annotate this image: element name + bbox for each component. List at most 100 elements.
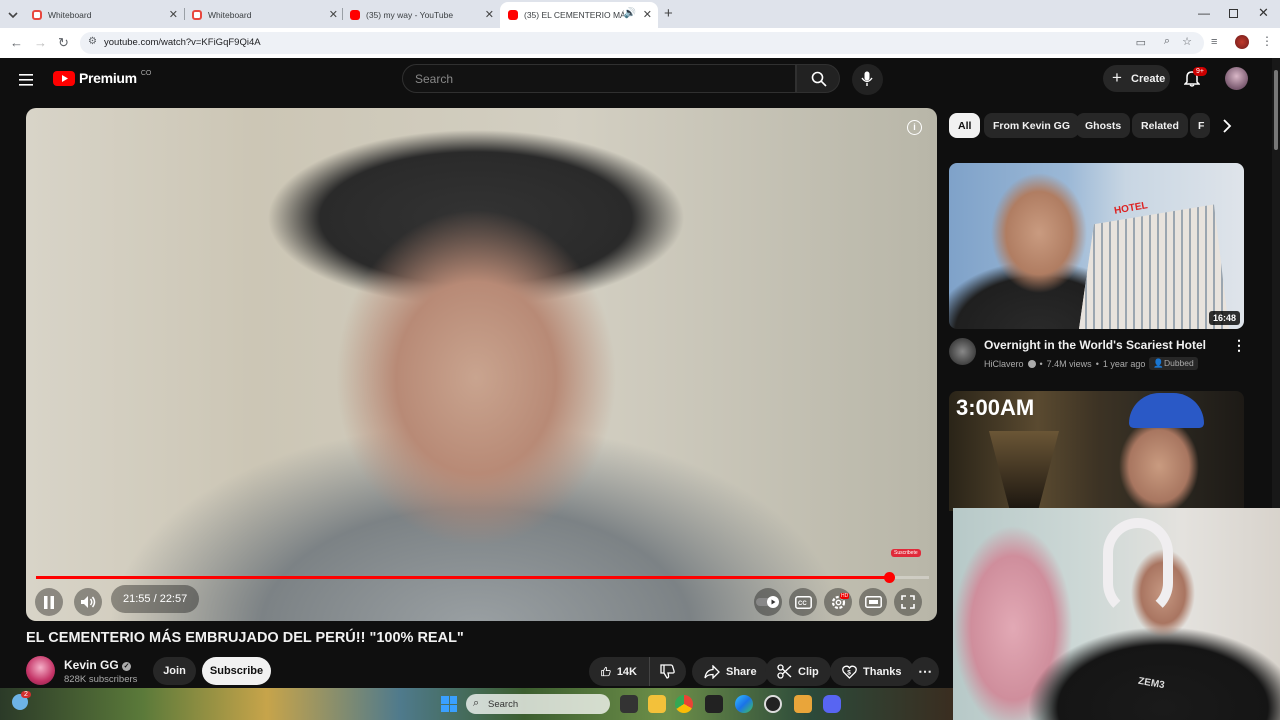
volume-icon	[81, 596, 96, 608]
edge-icon[interactable]	[735, 695, 753, 713]
discord-icon[interactable]	[823, 695, 841, 713]
file-explorer-icon[interactable]	[648, 695, 666, 713]
corridor	[989, 431, 1059, 511]
tab-whiteboard-1[interactable]: Whiteboard ✕	[0, 2, 184, 28]
info-icon[interactable]: i	[907, 120, 922, 135]
paint-app-icon[interactable]	[794, 695, 812, 713]
tab-title: (35) my way - YouTube	[366, 10, 454, 20]
page-scrollbar[interactable]	[1272, 58, 1280, 508]
autoplay-toggle[interactable]	[754, 588, 782, 616]
restore-window-icon[interactable]	[1229, 9, 1238, 18]
taskbar-search-placeholder: Search	[488, 698, 519, 710]
fullscreen-icon	[901, 595, 915, 609]
logo-country-code: CO	[140, 69, 152, 77]
thumbs-up-icon	[601, 666, 611, 677]
account-avatar[interactable]	[1225, 67, 1248, 90]
create-button[interactable]: + Create	[1103, 65, 1170, 92]
voice-search-button[interactable]	[852, 64, 883, 95]
shield-app-icon[interactable]	[705, 695, 723, 713]
channel-avatar[interactable]	[949, 338, 976, 365]
chip-related[interactable]: Related	[1132, 113, 1188, 138]
dubbed-badge: 👤Dubbed	[1149, 357, 1198, 370]
recommendation-title[interactable]: Overnight in the World's Scariest Hotel	[984, 338, 1206, 352]
close-tab-icon[interactable]: ✕	[485, 8, 494, 21]
chrome-icon[interactable]	[675, 695, 693, 713]
chip-truncated[interactable]: F	[1190, 113, 1210, 138]
tab-whiteboard-2[interactable]: Whiteboard ✕	[160, 2, 344, 28]
recommendation-meta: HiClavero • 7.4M views • 1 year ago 👤Dub…	[984, 357, 1198, 370]
media-controls-icon[interactable]: ≡	[1211, 36, 1217, 48]
site-info-icon[interactable]: ⚙	[88, 36, 97, 47]
tab-cementerio-active[interactable]: (35) EL CEMENTERIO MÁS E 🔊 ✕	[500, 2, 658, 28]
new-tab-button[interactable]: +	[664, 5, 673, 22]
scrollbar-thumb[interactable]	[1274, 70, 1278, 150]
share-button[interactable]: Share	[692, 657, 769, 686]
theater-mode-icon	[864, 596, 882, 608]
channel-avatar[interactable]	[26, 656, 55, 685]
task-view-icon[interactable]	[620, 695, 638, 713]
svg-text:CC: CC	[798, 601, 807, 607]
hamburger-menu-icon[interactable]	[19, 73, 33, 91]
join-button[interactable]: Join	[153, 657, 196, 685]
profile-avatar[interactable]	[1235, 35, 1249, 49]
browser-menu-icon[interactable]: ⋮	[1261, 34, 1273, 48]
scrubber-handle[interactable]	[883, 572, 895, 583]
search-button[interactable]	[796, 64, 840, 93]
youtube-favicon-icon	[508, 10, 518, 20]
recommendation-menu-icon[interactable]: ⋮	[1232, 337, 1246, 354]
search-placeholder: Search	[415, 72, 454, 86]
video-player[interactable]: i Suscribete 21:55 / 22:57 CC HD	[26, 108, 937, 621]
zoom-icon[interactable]: ⌕	[1164, 35, 1170, 48]
address-bar[interactable]: ⚙ youtube.com/watch?v=KFiGqF9Qi4A ▭ ⌕ ☆	[80, 32, 1204, 54]
microphone-icon	[861, 71, 873, 86]
back-arrow-icon[interactable]: ←	[10, 35, 23, 50]
theater-mode-button[interactable]	[859, 588, 887, 616]
captions-button[interactable]: CC	[789, 588, 817, 616]
volume-button[interactable]	[74, 588, 102, 616]
channel-name[interactable]: Kevin GG ✓	[64, 658, 132, 672]
settings-button[interactable]: HD	[824, 588, 852, 616]
fullscreen-button[interactable]	[894, 588, 922, 616]
channel-name-text[interactable]: Kevin GG	[64, 658, 119, 672]
chip-all[interactable]: All	[949, 113, 981, 138]
reload-icon[interactable]: ↻	[58, 35, 69, 51]
cast-icon[interactable]: ▭	[1136, 36, 1146, 49]
whiteboard-favicon-icon	[32, 10, 42, 20]
progress-played	[36, 576, 889, 579]
minimize-window-icon[interactable]: —	[1198, 6, 1210, 20]
obs-icon[interactable]	[764, 695, 782, 713]
close-tab-icon[interactable]: ✕	[643, 8, 652, 21]
recommendation-channel[interactable]: HiClavero	[984, 359, 1024, 369]
clip-button[interactable]: Clip	[765, 657, 831, 686]
subscribe-button[interactable]: Subscribe	[202, 657, 271, 685]
thanks-button[interactable]: $ Thanks	[830, 657, 914, 686]
dislike-button[interactable]	[649, 657, 686, 686]
plus-icon: +	[1112, 68, 1122, 87]
tab-my-way-youtube[interactable]: (35) my way - YouTube ✕	[318, 2, 500, 28]
forward-arrow-icon[interactable]: →	[34, 35, 47, 50]
pause-button[interactable]	[35, 588, 63, 616]
hotel-building	[1079, 204, 1229, 329]
chip-ghosts[interactable]: Ghosts	[1076, 113, 1131, 138]
thumbnail-text: 3:00AM	[956, 395, 1035, 420]
recommendation-thumbnail[interactable]: HOTEL 16:48	[949, 163, 1244, 329]
youtube-logo[interactable]: Premium CO	[53, 70, 151, 86]
taskbar-search-icon: ⌕	[473, 697, 480, 709]
chips-next-arrow-icon[interactable]	[1216, 115, 1238, 137]
audio-playing-icon[interactable]: 🔊	[624, 8, 636, 19]
progress-bar[interactable]	[36, 572, 929, 583]
bookmark-star-icon[interactable]: ☆	[1182, 35, 1192, 48]
subscribe-watermark[interactable]: Suscribete	[891, 549, 921, 557]
dubbed-person-icon: 👤	[1153, 358, 1164, 368]
notifications-button[interactable]: 9+	[1183, 67, 1207, 90]
windows-start-icon[interactable]	[441, 696, 457, 712]
close-window-icon[interactable]: ✕	[1258, 5, 1269, 21]
more-actions-button[interactable]: ⋯	[910, 657, 939, 686]
search-input[interactable]: Search	[402, 64, 796, 93]
taskbar-search[interactable]: ⌕ Search	[466, 694, 610, 714]
url-text[interactable]: youtube.com/watch?v=KFiGqF9Qi4A	[104, 37, 261, 48]
recommendation-thumbnail[interactable]: 3:00AM	[949, 391, 1244, 511]
chip-from-kevin-gg[interactable]: From Kevin GG	[984, 113, 1080, 138]
create-label: Create	[1131, 73, 1166, 85]
like-button[interactable]: 14K	[589, 657, 649, 686]
